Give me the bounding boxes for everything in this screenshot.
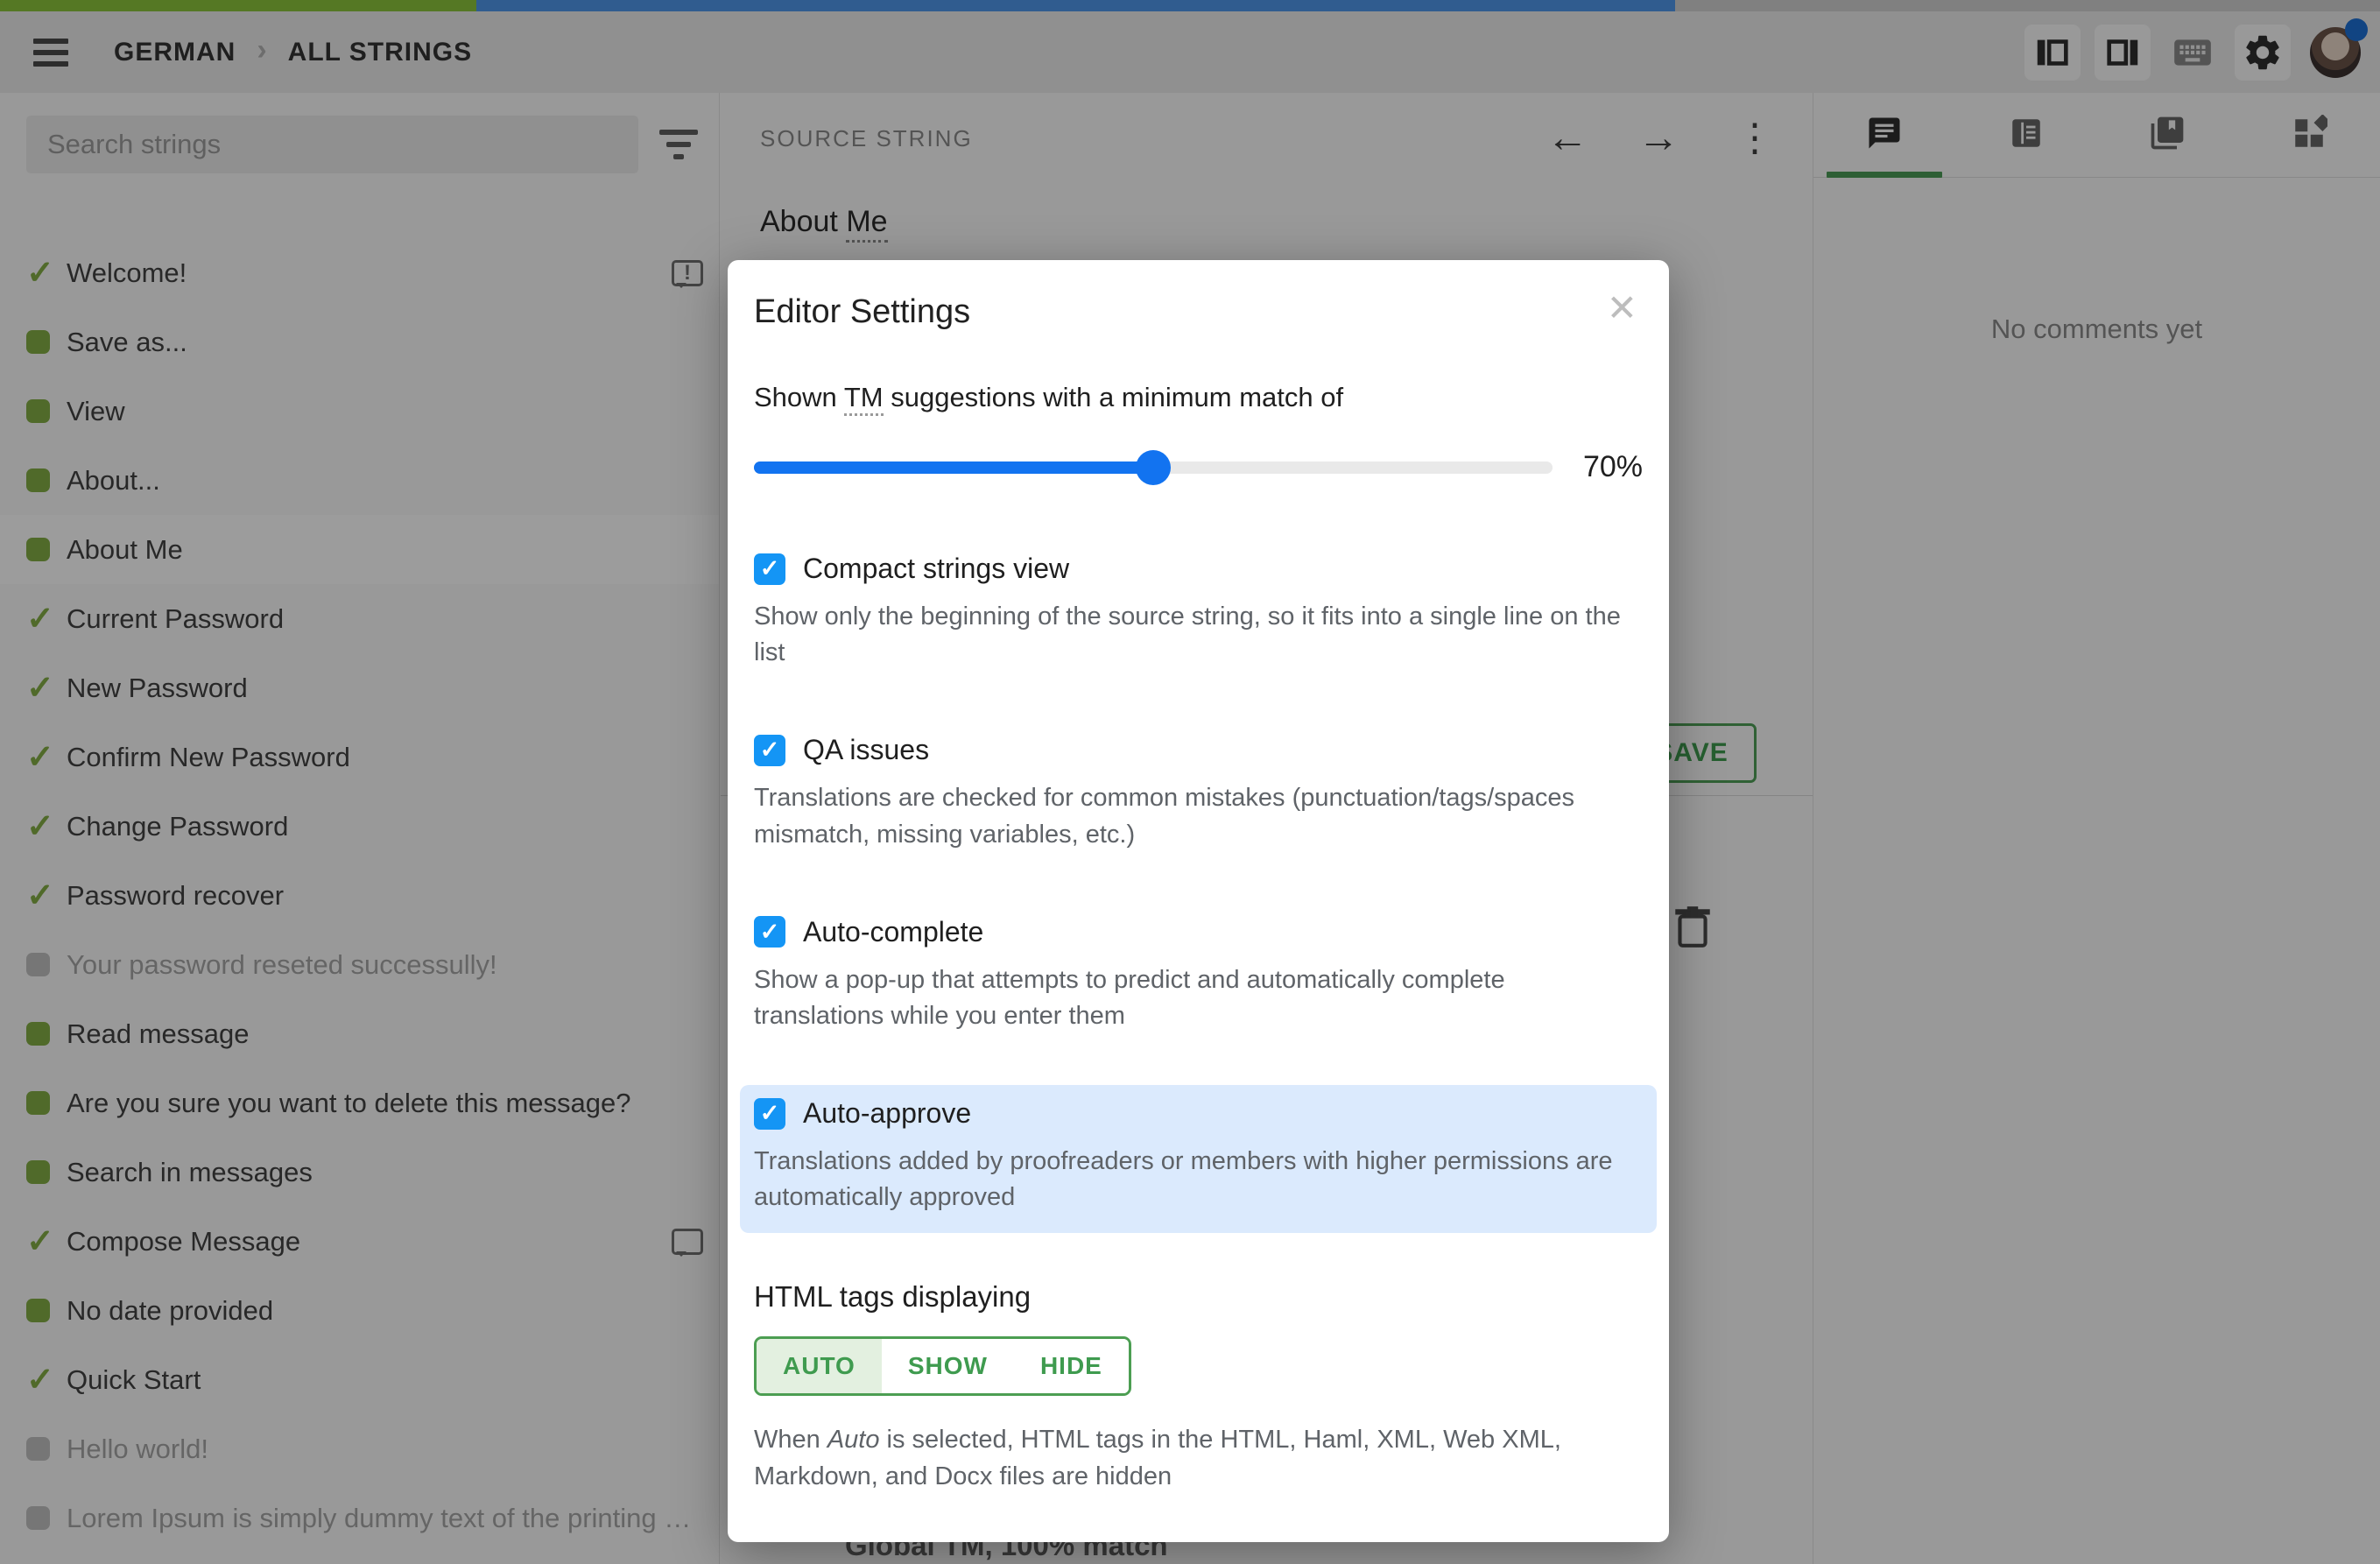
settings-section: ✓ Auto-approve Translations added by proof… [740, 1085, 1657, 1234]
checkbox-label[interactable]: Compact strings view [803, 553, 1069, 585]
checkbox-row[interactable]: ✓ Compact strings view [754, 553, 1643, 585]
close-icon[interactable]: ✕ [1602, 286, 1643, 330]
slider-value: 70% [1582, 450, 1643, 483]
modal-title: Editor Settings [754, 293, 971, 330]
cancel-button[interactable]: CANCEL [1499, 1526, 1634, 1542]
checkbox-row[interactable]: ✓ QA issues [754, 734, 1643, 766]
editor-app: GERMAN › ALL STRINGS Search strings ✓ We… [0, 0, 2380, 1564]
settings-section: ✓ Auto-complete Show a pop-up that attempt… [740, 904, 1657, 1052]
html-tags-option-hide[interactable]: HIDE [1013, 1339, 1129, 1394]
html-tags-option-show[interactable]: SHOW [881, 1339, 1014, 1394]
checkbox-row[interactable]: ✓ Auto-complete [754, 916, 1643, 948]
checkbox-checked-icon[interactable]: ✓ [754, 916, 785, 948]
checkbox-label[interactable]: QA issues [803, 734, 929, 766]
section-description: Translations are checked for common mist… [754, 784, 1575, 849]
section-description: Translations added by proofreaders or me… [754, 1147, 1613, 1212]
tm-term: TM [843, 382, 884, 416]
save-button[interactable]: SAVE [1352, 1526, 1443, 1542]
html-tags-toggle: AUTO SHOW HIDE [754, 1336, 1131, 1397]
html-tags-option-auto[interactable]: AUTO [757, 1339, 882, 1394]
modal-sections: ✓ Compact strings view Show only the begin… [740, 540, 1657, 1234]
section-description: Show only the beginning of the source st… [754, 602, 1621, 667]
checkbox-checked-icon[interactable]: ✓ [754, 553, 785, 585]
checkbox-label[interactable]: Auto-complete [803, 916, 983, 948]
editor-settings-modal: Editor Settings ✕ Shown TM suggestions w… [728, 260, 1669, 1542]
html-tags-description: When Auto is selected, HTML tags in the … [754, 1426, 1561, 1490]
tm-slider-label: Shown TM suggestions with a minimum matc… [754, 382, 1643, 416]
html-tags-title: HTML tags displaying [754, 1280, 1032, 1314]
settings-section: ✓ QA issues Translations are checked for c… [740, 722, 1657, 870]
checkbox-label[interactable]: Auto-approve [803, 1097, 971, 1130]
tm-match-slider[interactable] [754, 449, 1553, 485]
checkbox-checked-icon[interactable]: ✓ [754, 734, 785, 766]
slider-thumb[interactable] [1136, 449, 1171, 485]
checkbox-checked-icon[interactable]: ✓ [754, 1097, 785, 1130]
checkbox-row[interactable]: ✓ Auto-approve [754, 1097, 1643, 1130]
slider-fill [754, 461, 1153, 474]
settings-section: ✓ Compact strings view Show only the begin… [740, 540, 1657, 688]
section-description: Show a pop-up that attempts to predict a… [754, 965, 1505, 1030]
